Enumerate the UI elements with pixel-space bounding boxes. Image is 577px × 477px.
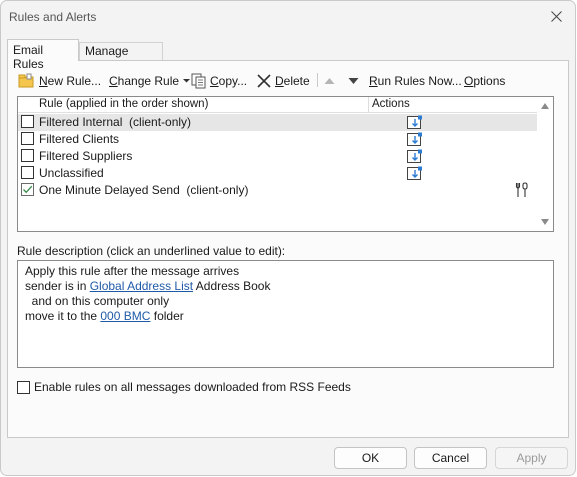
rule-enabled-checkbox[interactable]: [21, 183, 34, 196]
change-rule-button[interactable]: Change Rule: [109, 69, 191, 93]
rule-name: Filtered Suppliers: [39, 149, 133, 163]
triangle-down-icon: [348, 78, 359, 84]
move-to-folder-icon: [407, 132, 422, 146]
scroll-up-arrow-icon[interactable]: [541, 103, 549, 109]
window-title: Rules and Alerts: [9, 10, 97, 24]
move-to-folder-icon: [407, 149, 422, 163]
checkmark-icon: [23, 185, 33, 194]
description-text: Address Book: [193, 279, 271, 293]
close-button[interactable]: [539, 3, 575, 31]
rule-row[interactable]: Filtered Internal (client-only): [18, 114, 538, 131]
rule-description-label: Rule description (click an underlined va…: [17, 244, 286, 258]
rule-name: Filtered Clients: [39, 132, 120, 146]
target-folder-link[interactable]: 000 BMC: [100, 309, 150, 323]
rule-enabled-checkbox[interactable]: [21, 132, 34, 145]
toolbar: New Rule... Change Rule Copy... Delete R…: [18, 69, 558, 93]
change-rule-label: Change Rule: [109, 74, 180, 88]
run-rules-now-label: Run Rules Now...: [369, 74, 462, 88]
rule-name: Unclassified: [39, 166, 104, 180]
scroll-down-arrow-icon[interactable]: [541, 219, 549, 225]
toolbar-separator: [317, 73, 318, 87]
run-rules-now-button[interactable]: Run Rules Now...: [369, 69, 462, 93]
rule-enabled-checkbox[interactable]: [21, 115, 34, 128]
delete-x-icon: [257, 74, 271, 88]
column-header-actions[interactable]: Actions: [372, 98, 410, 110]
email-rules-panel: New Rule... Change Rule Copy... Delete R…: [7, 60, 569, 438]
description-text: folder: [150, 309, 184, 323]
column-divider[interactable]: [368, 97, 369, 112]
move-down-button[interactable]: [348, 69, 359, 93]
column-header-rule[interactable]: Rule (applied in the order shown): [39, 98, 208, 110]
address-book-link[interactable]: Global Address List: [90, 279, 193, 293]
rule-name: One Minute Delayed Send (client-only): [39, 183, 249, 197]
rules-and-alerts-dialog: Rules and Alerts Email Rules Manage Aler…: [0, 0, 576, 476]
rules-list[interactable]: Rule (applied in the order shown) Action…: [17, 96, 554, 232]
options-button[interactable]: Options: [464, 69, 505, 93]
ok-button[interactable]: OK: [334, 447, 407, 469]
options-label: Options: [464, 74, 506, 88]
new-rule-label: New Rule...: [39, 74, 102, 88]
tab-manage-alerts[interactable]: Manage Alerts: [79, 42, 163, 72]
tools-icon: [515, 182, 528, 197]
cancel-button[interactable]: Cancel: [414, 447, 487, 469]
rss-rules-label: Enable rules on all messages downloaded …: [34, 380, 351, 394]
move-up-button[interactable]: [324, 69, 335, 93]
description-text: move it to the: [25, 309, 101, 323]
rss-rules-option[interactable]: Enable rules on all messages downloaded …: [17, 380, 351, 394]
rule-row[interactable]: Filtered Clients: [18, 131, 538, 148]
rule-row[interactable]: One Minute Delayed Send (client-only): [18, 182, 538, 199]
rule-row[interactable]: Filtered Suppliers: [18, 148, 538, 165]
tab-email-rules[interactable]: Email Rules: [7, 39, 79, 71]
copy-button[interactable]: Copy...: [191, 69, 247, 93]
rule-name: Filtered Internal (client-only): [39, 115, 192, 129]
triangle-up-icon: [324, 78, 335, 84]
description-text: sender is in: [25, 279, 90, 293]
move-to-folder-icon: [407, 115, 422, 129]
delete-label: Delete: [275, 74, 310, 88]
new-rule-icon: [18, 73, 34, 88]
description-line: sender is in Global Address List Address…: [25, 279, 546, 294]
delete-button[interactable]: Delete: [256, 69, 310, 93]
rule-row[interactable]: Unclassified: [18, 165, 538, 182]
rule-description-box: Apply this rule after the message arrive…: [17, 260, 554, 368]
description-line: and on this computer only: [25, 294, 170, 308]
move-to-folder-icon: [407, 166, 422, 180]
description-line: move it to the 000 BMC folder: [25, 309, 546, 324]
apply-button[interactable]: Apply: [495, 447, 568, 469]
copy-label: Copy...: [210, 74, 248, 88]
rule-enabled-checkbox[interactable]: [21, 166, 34, 179]
rss-rules-checkbox[interactable]: [17, 380, 30, 394]
rules-list-scrollbar[interactable]: [537, 97, 553, 231]
rule-enabled-checkbox[interactable]: [21, 149, 34, 162]
resize-grip[interactable]: [574, 394, 576, 444]
title-bar: Rules and Alerts: [1, 1, 575, 35]
description-line: Apply this rule after the message arrive…: [25, 264, 240, 278]
rules-list-header: Rule (applied in the order shown) Action…: [18, 97, 538, 113]
close-icon: [551, 11, 562, 22]
copy-icon: [191, 73, 206, 89]
new-rule-button[interactable]: New Rule...: [18, 69, 101, 93]
chevron-down-icon: [183, 79, 191, 83]
